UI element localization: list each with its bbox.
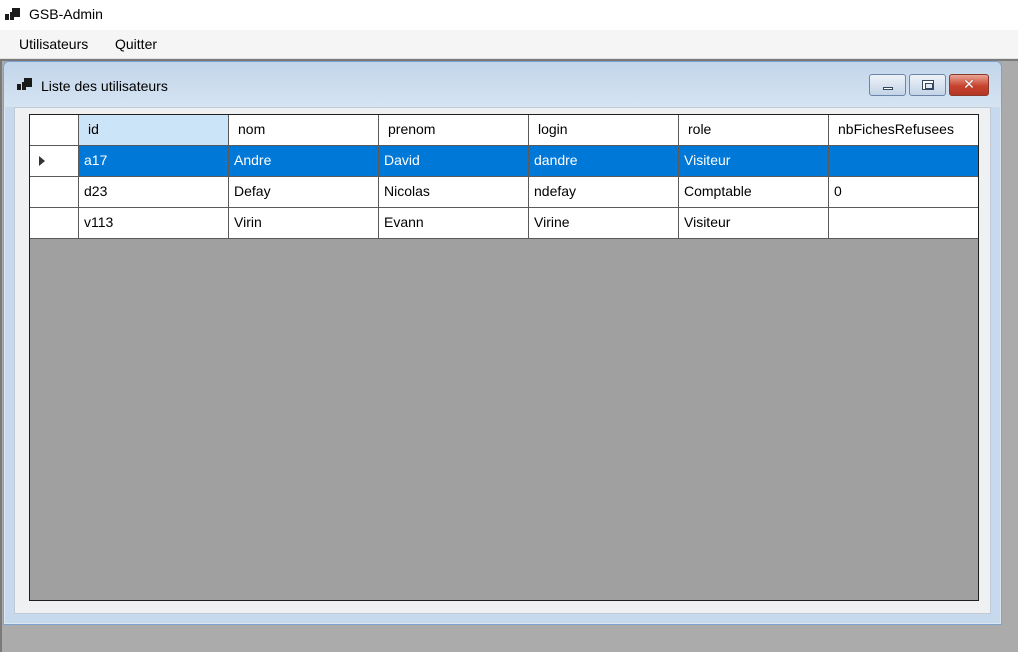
row-header[interactable] [30, 177, 79, 208]
cell-nom[interactable]: Andre [229, 146, 379, 177]
cell-login[interactable]: Virine [529, 208, 679, 239]
child-window: Liste des utilisateurs ✕ id nom prenom l… [3, 61, 1002, 625]
app-title: GSB-Admin [29, 6, 103, 22]
child-window-body: id nom prenom login role nbFichesRefusee… [14, 107, 991, 614]
cell-nom[interactable]: Defay [229, 177, 379, 208]
column-header-login[interactable]: login [529, 115, 679, 146]
cell-prenom[interactable]: Evann [379, 208, 529, 239]
minimize-button[interactable] [869, 74, 906, 96]
cell-nom[interactable]: Virin [229, 208, 379, 239]
cell-role[interactable]: Visiteur [679, 146, 829, 177]
cell-id[interactable]: d23 [79, 177, 229, 208]
cell-login[interactable]: dandre [529, 146, 679, 177]
app-icon [5, 8, 21, 22]
menu-bar: Utilisateurs Quitter [0, 30, 1018, 59]
cell-prenom[interactable]: Nicolas [379, 177, 529, 208]
table-row[interactable]: d23 Defay Nicolas ndefay Comptable 0 [30, 177, 978, 208]
column-header-nbfichesrefusees[interactable]: nbFichesRefusees [829, 115, 978, 146]
cell-login[interactable]: ndefay [529, 177, 679, 208]
cell-prenom[interactable]: David [379, 146, 529, 177]
cell-nbfichesrefusees[interactable] [829, 208, 978, 239]
close-button[interactable]: ✕ [949, 74, 989, 96]
users-data-grid[interactable]: id nom prenom login role nbFichesRefusee… [29, 114, 979, 601]
column-header-prenom[interactable]: prenom [379, 115, 529, 146]
cell-role[interactable]: Comptable [679, 177, 829, 208]
column-header-role[interactable]: role [679, 115, 829, 146]
caption-buttons: ✕ [869, 74, 989, 96]
row-header[interactable] [30, 208, 79, 239]
column-header-id[interactable]: id [79, 115, 229, 146]
cell-nbfichesrefusees[interactable] [829, 146, 978, 177]
row-header[interactable] [30, 146, 79, 177]
table-row[interactable]: v113 Virin Evann Virine Visiteur [30, 208, 978, 239]
menu-item-quitter[interactable]: Quitter [115, 36, 157, 52]
child-window-title: Liste des utilisateurs [41, 78, 168, 94]
menu-item-utilisateurs[interactable]: Utilisateurs [19, 36, 88, 52]
cell-role[interactable]: Visiteur [679, 208, 829, 239]
cell-id[interactable]: v113 [79, 208, 229, 239]
restore-icon [922, 80, 934, 90]
current-row-arrow-icon [39, 156, 45, 166]
restore-button[interactable] [909, 74, 946, 96]
app-title-bar: GSB-Admin [0, 0, 1018, 30]
table-row[interactable]: a17 Andre David dandre Visiteur [30, 146, 978, 177]
close-icon: ✕ [963, 77, 975, 93]
grid-header-row: id nom prenom login role nbFichesRefusee… [30, 115, 978, 146]
cell-id[interactable]: a17 [79, 146, 229, 177]
child-window-icon [17, 78, 33, 92]
cell-nbfichesrefusees[interactable]: 0 [829, 177, 978, 208]
child-window-caption[interactable]: Liste des utilisateurs ✕ [4, 62, 1001, 107]
minimize-icon [883, 87, 893, 90]
grid-corner-header[interactable] [30, 115, 79, 146]
column-header-nom[interactable]: nom [229, 115, 379, 146]
